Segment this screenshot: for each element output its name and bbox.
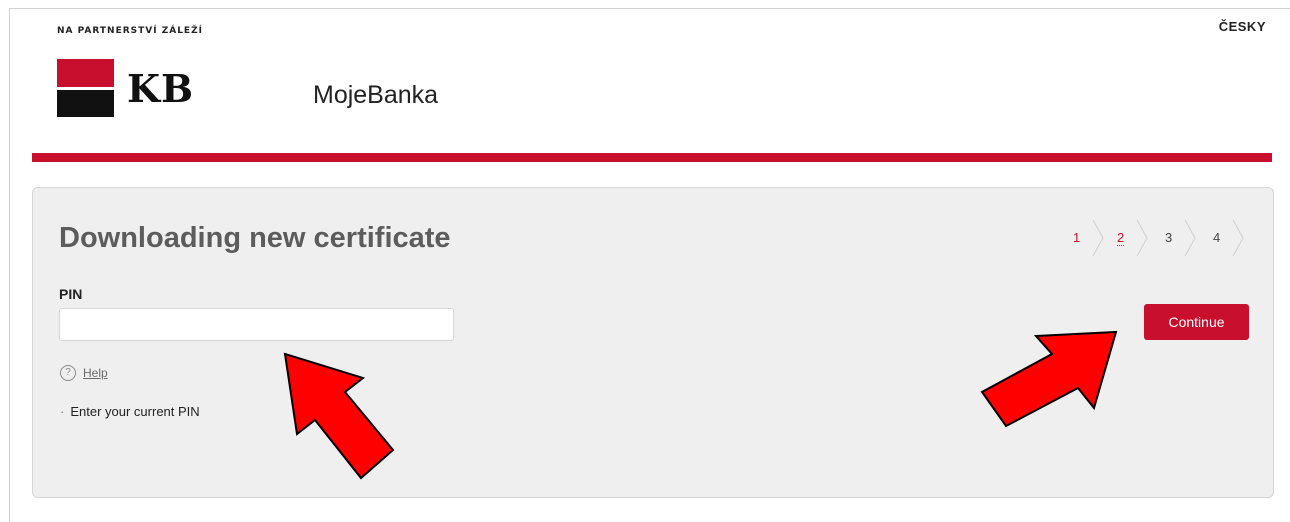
step-4: 4 <box>1213 230 1221 245</box>
language-switch-link[interactable]: ČESKY <box>1219 19 1266 34</box>
help-question-icon: ? <box>60 365 76 381</box>
kb-logo: KB <box>57 59 217 117</box>
step-3: 3 <box>1165 230 1173 245</box>
continue-button[interactable]: Continue <box>1144 304 1249 340</box>
pin-label: PIN <box>59 286 83 302</box>
red-arrow-icon-continue <box>980 330 1118 428</box>
kb-logo-text: KB <box>127 66 195 111</box>
step-indicator: 1 2 3 4 <box>1073 218 1263 258</box>
app-name: MojeBanka <box>313 81 439 109</box>
step-separator-icon <box>1184 219 1196 257</box>
step-1: 1 <box>1073 230 1081 245</box>
kb-logo-mark <box>57 59 114 117</box>
step-separator-icon <box>1232 219 1244 257</box>
brand-tagline: NA PARTNERSTVÍ ZÁLEŽÍ <box>57 26 203 36</box>
pin-input[interactable] <box>59 308 454 341</box>
step-separator-icon <box>1092 219 1104 257</box>
page-title: Downloading new certificate <box>59 222 451 254</box>
red-arrow-icon-pin <box>283 352 395 480</box>
step-separator-icon <box>1136 219 1148 257</box>
pin-hint-text: Enter your current PIN <box>70 404 200 419</box>
header-divider <box>32 153 1272 162</box>
help-link[interactable]: Help <box>83 366 108 380</box>
bullet-icon: · <box>60 404 65 419</box>
step-2-current: 2 <box>1117 230 1125 246</box>
pin-hint: · Enter your current PIN <box>60 404 200 419</box>
